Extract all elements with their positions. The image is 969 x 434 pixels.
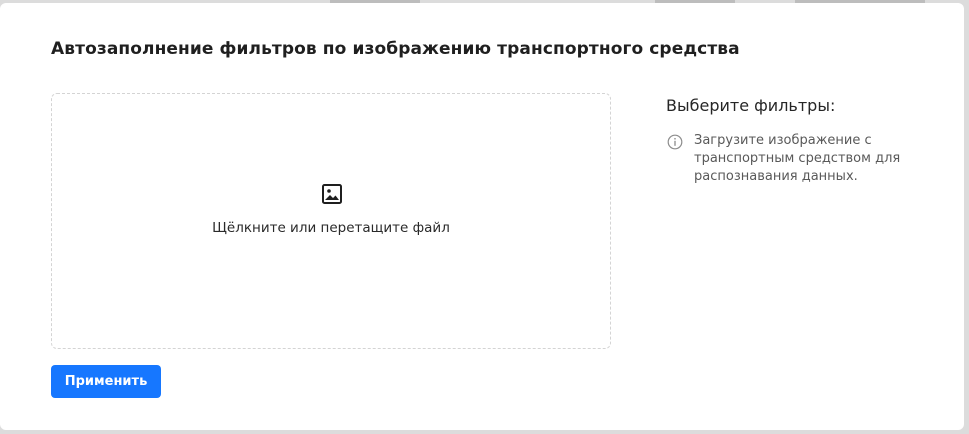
image-icon [322, 184, 342, 204]
info-icon [667, 134, 683, 150]
filters-info-text: Загрузите изображение с транспортным сре… [694, 133, 901, 184]
dropzone-hint: Щёлкните или перетащите файл [212, 220, 450, 236]
modal-title: Автозаполнение фильтров по изображению т… [51, 39, 740, 59]
autofill-modal: Автозаполнение фильтров по изображению т… [0, 3, 964, 430]
file-dropzone[interactable]: Щёлкните или перетащите файл [51, 93, 611, 349]
apply-button[interactable]: Применить [51, 365, 161, 398]
filters-title: Выберите фильтры: [666, 96, 836, 115]
